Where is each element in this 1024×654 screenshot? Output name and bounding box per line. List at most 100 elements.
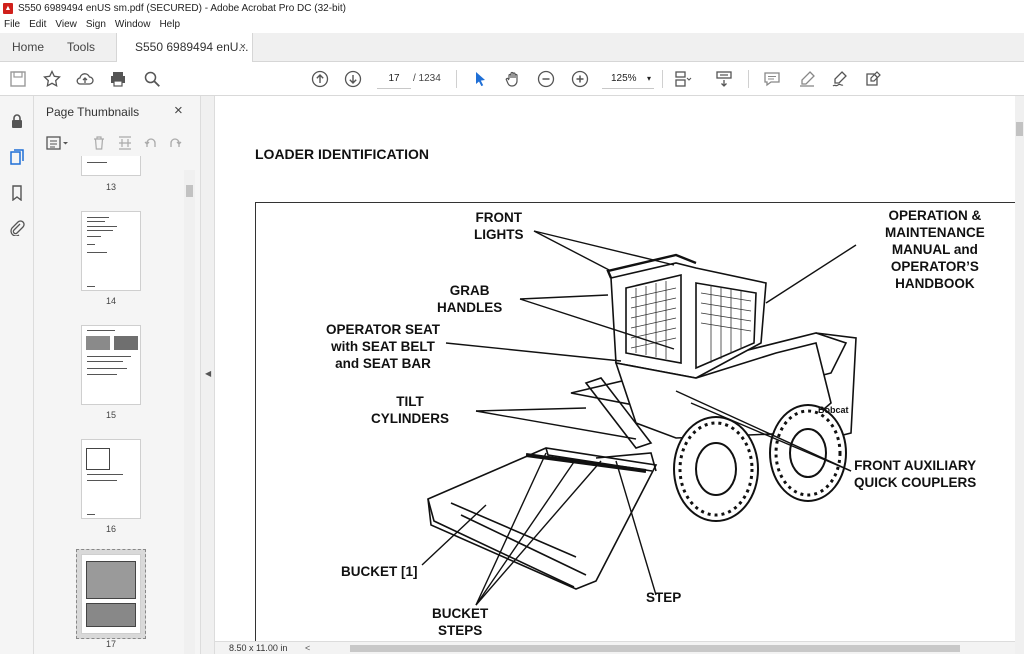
status-bar: 8.50 x 11.00 in < xyxy=(215,641,1015,654)
thumbnail-page-selected[interactable] xyxy=(81,554,141,634)
thumbnail-text-line xyxy=(87,480,117,481)
tab-tools[interactable]: Tools xyxy=(67,33,95,62)
page-display-icon[interactable] xyxy=(672,68,694,90)
thumbnail-text-line xyxy=(87,244,95,245)
toolbar-divider xyxy=(456,70,457,88)
thumbnails-panel: Page Thumbnails × 13 14 15 16 17 xyxy=(34,96,201,654)
hand-tool-icon[interactable] xyxy=(502,68,524,90)
bookmark-star-icon[interactable] xyxy=(41,68,63,90)
chevron-down-icon: ▾ xyxy=(646,74,651,83)
thumbnail-text-line xyxy=(87,356,131,357)
sign-icon[interactable] xyxy=(829,68,851,90)
delete-icon[interactable] xyxy=(91,134,107,152)
loader-illustration: Bobcat FRONT LIGHTS GRAB HANDLES OPERATO… xyxy=(255,202,1015,641)
thumbnail-text-line xyxy=(87,514,95,515)
menu-bar: File Edit View Sign Window Help xyxy=(0,16,1024,33)
thumbnail-text-line xyxy=(87,368,127,369)
menu-view[interactable]: View xyxy=(55,19,77,30)
label-front-lights: FRONT LIGHTS xyxy=(474,210,524,242)
close-panel-icon[interactable]: × xyxy=(174,102,183,119)
next-page-icon[interactable] xyxy=(342,68,364,90)
panel-title: Page Thumbnails xyxy=(46,105,140,119)
bookmark-icon[interactable] xyxy=(8,184,26,202)
thumbnail-text-line xyxy=(87,162,107,163)
save-icon[interactable] xyxy=(7,68,29,90)
zoom-out-icon[interactable] xyxy=(535,68,557,90)
document-scrollbar[interactable] xyxy=(1015,96,1024,654)
label-tilt-cylinders: TILT CYLINDERS xyxy=(371,394,450,426)
print-icon[interactable] xyxy=(107,68,129,90)
scroll-left-icon[interactable]: < xyxy=(305,643,310,653)
toolbar: 17 / 1234 125% ▾ xyxy=(0,62,1024,96)
label-operator-seat: OPERATOR SEAT with SEAT BELT and SEAT BA… xyxy=(326,322,441,371)
toolbar-divider xyxy=(662,70,663,88)
lock-icon[interactable] xyxy=(8,112,26,130)
thumbnail-image xyxy=(114,336,138,350)
menu-edit[interactable]: Edit xyxy=(29,19,46,30)
thumbnail-options-icon[interactable] xyxy=(46,134,70,152)
thumbnail-text-line xyxy=(87,474,123,475)
thumbnail-text-line xyxy=(87,221,105,222)
thumbnail-label: 16 xyxy=(105,524,116,534)
tab-bar: Home Tools S550 6989494 enU... × xyxy=(0,33,1024,63)
tab-document[interactable]: S550 6989494 enU... × xyxy=(116,33,253,63)
document-view[interactable]: LOADER IDENTIFICATION Bobcat FRONT LIGHT… xyxy=(215,96,1015,641)
thumbnail-text-line xyxy=(87,252,107,253)
menu-sign[interactable]: Sign xyxy=(86,19,106,30)
previous-page-icon[interactable] xyxy=(309,68,331,90)
rotate-counterclockwise-icon[interactable] xyxy=(143,134,159,152)
thumbnail-text-line xyxy=(87,226,117,227)
collapse-panel-icon[interactable]: ◀ xyxy=(205,369,211,378)
label-couplers: FRONT AUXILIARY QUICK COUPLERS xyxy=(854,458,977,490)
thumbnail-label: 13 xyxy=(105,182,116,192)
thumbnail-page[interactable] xyxy=(81,439,141,519)
thumbnail-image xyxy=(86,561,136,599)
highlight-pen-icon[interactable] xyxy=(796,68,818,90)
attachment-icon[interactable] xyxy=(8,219,26,237)
fill-sign-icon[interactable] xyxy=(862,68,884,90)
label-bucket: BUCKET [1] xyxy=(341,564,418,579)
label-manual: OPERATION & MAINTENANCE MANUAL and OPERA… xyxy=(885,208,985,291)
thumbnail-page[interactable] xyxy=(81,156,141,176)
horizontal-scrollbar-thumb[interactable] xyxy=(350,645,960,652)
pdf-icon: ▲ xyxy=(3,2,13,14)
select-cursor-icon[interactable] xyxy=(469,68,491,90)
panel-splitter[interactable]: ◀ xyxy=(201,96,215,654)
brand-decal: Bobcat xyxy=(818,405,849,415)
thumbnail-text-line xyxy=(87,330,115,331)
scrolling-mode-icon[interactable] xyxy=(713,68,735,90)
thumbnail-scrollbar[interactable] xyxy=(184,170,195,654)
page-thumbnails-icon[interactable] xyxy=(8,148,26,166)
thumbnail-image xyxy=(86,448,110,470)
zoom-value: 125% xyxy=(611,73,637,84)
zoom-in-icon[interactable] xyxy=(569,68,591,90)
thumbnail-image xyxy=(86,603,136,627)
zoom-select[interactable]: 125% ▾ xyxy=(602,69,654,89)
tab-document-label: S550 6989494 enU... xyxy=(135,40,249,54)
menu-window[interactable]: Window xyxy=(115,19,151,30)
rotate-clockwise-icon[interactable] xyxy=(167,134,183,152)
label-grab-handles: GRAB HANDLES xyxy=(437,283,503,315)
menu-help[interactable]: Help xyxy=(159,19,180,30)
thumbnail-text-line xyxy=(87,374,117,375)
thumbnail-text-line xyxy=(87,236,101,237)
thumbnail-page[interactable] xyxy=(81,211,141,291)
tab-home[interactable]: Home xyxy=(12,33,44,62)
extract-pages-icon[interactable] xyxy=(117,134,133,152)
thumbnail-page[interactable] xyxy=(81,325,141,405)
thumbnail-text-line xyxy=(87,217,109,218)
scrollbar-thumb[interactable] xyxy=(1016,122,1023,136)
menu-file[interactable]: File xyxy=(4,19,20,30)
page-number-input[interactable]: 17 xyxy=(377,69,411,89)
thumbnail-text-line xyxy=(87,361,123,362)
close-tab-icon[interactable]: × xyxy=(240,33,246,62)
toolbar-divider xyxy=(748,70,749,88)
scrollbar-thumb[interactable] xyxy=(186,185,193,197)
upload-cloud-icon[interactable] xyxy=(74,68,96,90)
search-icon[interactable] xyxy=(141,68,163,90)
window-title: S550 6989494 enUS sm.pdf (SECURED) - Ado… xyxy=(18,2,346,14)
comment-icon[interactable] xyxy=(761,68,783,90)
thumbnail-label: 17 xyxy=(105,639,116,649)
thumbnail-label: 15 xyxy=(105,410,116,420)
label-step: STEP xyxy=(646,590,682,605)
